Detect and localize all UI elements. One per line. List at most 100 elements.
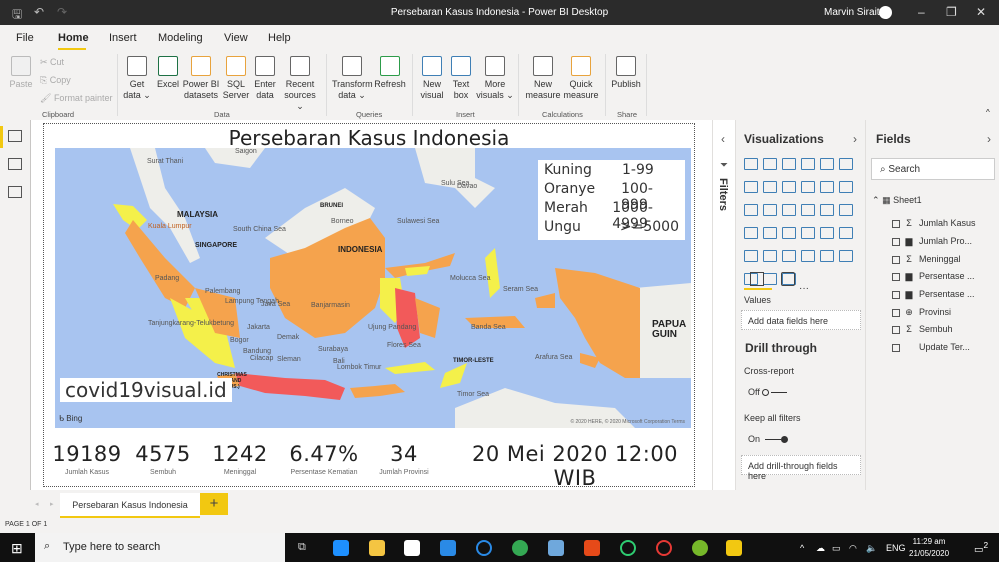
table-icon[interactable] xyxy=(763,250,777,262)
checkbox[interactable] xyxy=(892,343,900,352)
sql-server-button[interactable]: SQL Server xyxy=(222,56,250,101)
minimize-button[interactable]: – xyxy=(918,5,925,19)
field-item[interactable]: Update Ter... xyxy=(892,342,970,352)
excel-button[interactable]: Excel xyxy=(155,56,181,90)
card-icon[interactable] xyxy=(801,227,815,239)
tab-insert[interactable]: Insert xyxy=(109,32,137,44)
funnel-icon[interactable] xyxy=(763,204,777,216)
checkbox[interactable] xyxy=(892,255,900,264)
map-icon[interactable] xyxy=(744,227,758,239)
slicer-icon[interactable] xyxy=(744,250,758,262)
field-item[interactable]: Σ Meninggal xyxy=(892,254,961,264)
chevron-right-icon[interactable]: › xyxy=(853,132,857,146)
line-column-icon[interactable] xyxy=(801,181,815,193)
paste-button[interactable]: Paste xyxy=(8,56,34,90)
ccleaner-icon[interactable] xyxy=(476,540,492,556)
kpi-icon[interactable] xyxy=(839,227,853,239)
clock[interactable]: 11:29 am 21/05/2020 xyxy=(909,536,949,560)
field-item[interactable]: ▆ Persentase ... xyxy=(892,271,975,282)
format-paint-roller-icon[interactable] xyxy=(781,272,795,286)
table-sheet1[interactable]: ⌃ ▦ Sheet1 xyxy=(872,195,922,206)
values-drop-zone[interactable]: Add data fields here xyxy=(741,310,861,330)
powerbi-icon[interactable] xyxy=(726,540,742,556)
100-column-icon[interactable] xyxy=(839,158,853,170)
stacked-column-icon[interactable] xyxy=(763,158,777,170)
edge-icon[interactable] xyxy=(333,540,349,556)
tab-help[interactable]: Help xyxy=(268,32,291,44)
keep-filters-toggle[interactable]: On xyxy=(748,434,788,444)
battery-icon[interactable]: ▭ xyxy=(832,543,841,554)
file-explorer-icon[interactable] xyxy=(369,540,385,556)
filters-pane[interactable]: ‹ ⏷ Filters xyxy=(712,120,736,490)
donut-chart-icon[interactable] xyxy=(820,204,834,216)
100-bar-icon[interactable] xyxy=(820,158,834,170)
checkbox[interactable] xyxy=(892,308,900,317)
gauge-icon[interactable] xyxy=(782,227,796,239)
fields-well-icon[interactable] xyxy=(750,272,764,286)
page-tab[interactable]: Persebaran Kasus Indonesia xyxy=(60,493,200,518)
tray-chevron-icon[interactable]: ^ xyxy=(800,543,804,553)
cut-button[interactable]: ✂ Cut xyxy=(40,57,64,68)
multi-row-card-icon[interactable] xyxy=(820,227,834,239)
field-item[interactable]: ▆ Persentase ... xyxy=(892,289,975,300)
collapse-ribbon-icon[interactable]: ^ xyxy=(986,108,990,117)
checkbox[interactable] xyxy=(892,325,900,334)
area-chart-icon[interactable] xyxy=(763,181,777,193)
line-chart-icon[interactable] xyxy=(744,181,758,193)
windows-start-icon[interactable]: ⊞ xyxy=(11,540,23,557)
tab-view[interactable]: View xyxy=(224,32,248,44)
recent-sources-button[interactable]: Recent sources ⌄ xyxy=(280,56,320,112)
new-measure-button[interactable]: New measure xyxy=(524,56,562,101)
virtualbox-icon[interactable] xyxy=(548,540,564,556)
report-view-icon[interactable] xyxy=(8,130,22,142)
enter-data-button[interactable]: Enter data xyxy=(252,56,278,101)
field-item[interactable]: ▆ Jumlah Pro... xyxy=(892,236,972,247)
taskbar-search[interactable]: ⌕ Type here to search xyxy=(35,533,285,562)
map-copyright[interactable]: © 2020 HERE, © 2020 Microsoft Corporatio… xyxy=(570,419,685,425)
scroll-left-icon[interactable]: ◂ xyxy=(35,500,39,508)
tab-home[interactable]: Home xyxy=(58,32,89,44)
volume-icon[interactable]: 🔈 xyxy=(866,543,877,554)
ribbon-chart-icon[interactable] xyxy=(839,181,853,193)
cross-report-toggle[interactable]: Off xyxy=(748,387,788,397)
kpi-card[interactable]: 4575 Sembuh xyxy=(132,442,194,476)
user-name[interactable]: Marvin Sirait xyxy=(824,7,880,18)
tab-file[interactable]: File xyxy=(16,32,34,44)
restore-button[interactable]: ❐ xyxy=(946,5,957,19)
matrix-icon[interactable] xyxy=(782,250,796,262)
get-data-button[interactable]: Get data ⌄ xyxy=(122,56,152,101)
language-indicator[interactable]: ENG xyxy=(886,543,906,553)
collapse-icon[interactable]: ⌃ xyxy=(872,195,880,205)
kpi-card[interactable]: 1242 Meninggal xyxy=(210,442,270,476)
model-view-icon[interactable] xyxy=(8,186,22,198)
pie-chart-icon[interactable] xyxy=(801,204,815,216)
kpi-card[interactable]: 19189 Jumlah Kasus xyxy=(52,442,122,476)
python-visual-icon[interactable] xyxy=(820,250,834,262)
new-visual-button[interactable]: New visual xyxy=(418,56,446,101)
transform-data-button[interactable]: Transform data ⌄ xyxy=(332,56,373,101)
store-icon[interactable] xyxy=(404,540,420,556)
utorrent-icon[interactable] xyxy=(692,540,708,556)
app-red-icon[interactable] xyxy=(656,540,672,556)
chevron-right-icon[interactable]: › xyxy=(987,132,991,146)
quick-measure-button[interactable]: Quick measure xyxy=(562,56,600,101)
format-painter-button[interactable]: 🖌 Format painter xyxy=(40,93,112,104)
field-item[interactable]: Σ Sembuh xyxy=(892,324,953,334)
mail-icon[interactable] xyxy=(440,540,456,556)
fields-search-input[interactable]: ⌕ Search xyxy=(871,158,995,180)
field-item[interactable]: Σ Jumlah Kasus xyxy=(892,218,976,228)
close-button[interactable]: ✕ xyxy=(976,5,986,19)
checkbox[interactable] xyxy=(892,272,900,281)
notification-icon[interactable]: ▭2 xyxy=(974,540,988,555)
avatar[interactable] xyxy=(879,6,892,19)
decomposition-tree-icon[interactable] xyxy=(763,273,777,285)
refresh-button[interactable]: Refresh xyxy=(374,56,406,90)
task-view-icon[interactable]: ⧉ xyxy=(298,541,306,554)
scroll-right-icon[interactable]: ▸ xyxy=(50,500,54,508)
field-item[interactable]: ⊕ Provinsi xyxy=(892,307,951,318)
copy-button[interactable]: ⎘ Copy xyxy=(40,75,71,86)
powerbi-datasets-button[interactable]: Power BI datasets xyxy=(182,56,220,101)
r-visual-icon[interactable] xyxy=(801,250,815,262)
publish-button[interactable]: Publish xyxy=(609,56,643,90)
scatter-icon[interactable] xyxy=(782,204,796,216)
